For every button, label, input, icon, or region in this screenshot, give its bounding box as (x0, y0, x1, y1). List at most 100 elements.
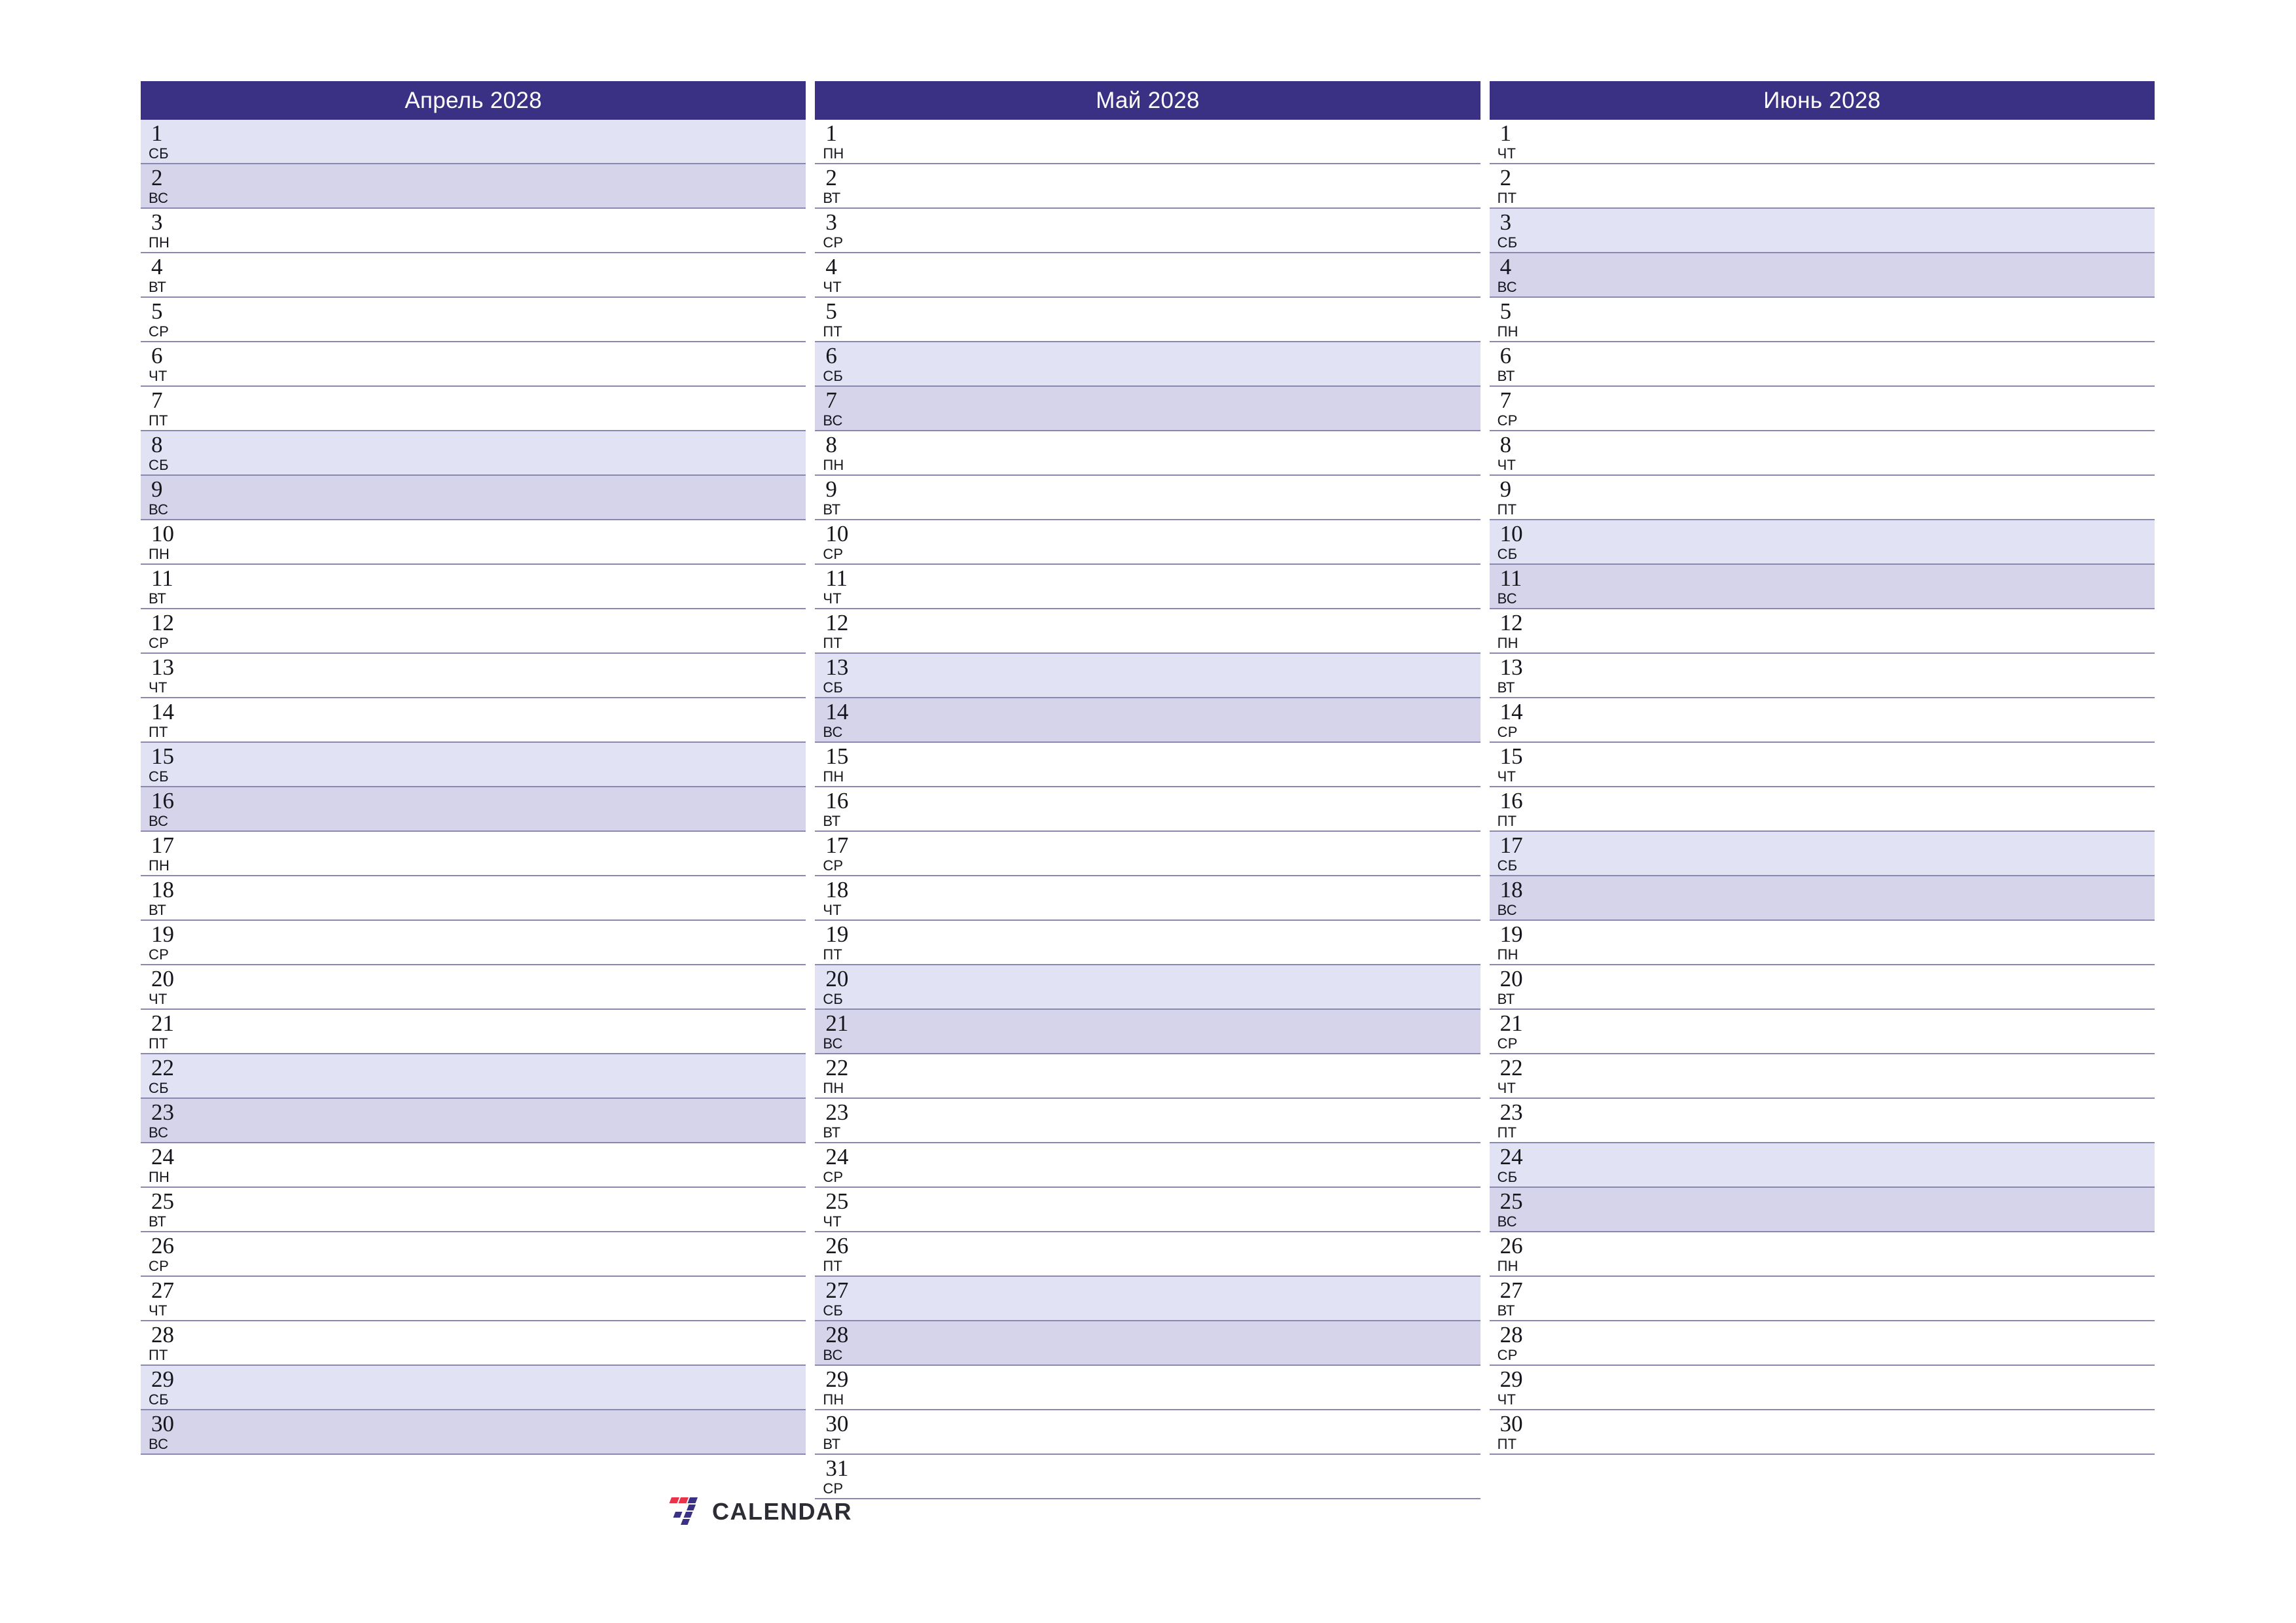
day-row[interactable]: 1 СБ (141, 120, 806, 164)
day-number: 9 (825, 476, 837, 502)
day-row[interactable]: 29 ПН (815, 1366, 1480, 1410)
day-row[interactable]: 14 ПТ (141, 698, 806, 743)
day-row[interactable]: 25 ВС (1489, 1188, 2155, 1232)
day-row[interactable]: 15 ЧТ (1489, 743, 2155, 787)
day-row[interactable]: 22 ПН (815, 1054, 1480, 1099)
day-row[interactable]: 25 ЧТ (815, 1188, 1480, 1232)
day-row[interactable]: 8 СБ (141, 431, 806, 476)
day-row[interactable]: 19 ПТ (815, 921, 1480, 965)
day-row[interactable]: 28 ПТ (141, 1321, 806, 1366)
day-row[interactable]: 2 ПТ (1489, 164, 2155, 209)
day-row[interactable]: 4 ВС (1489, 253, 2155, 298)
day-row[interactable]: 8 ПН (815, 431, 1480, 476)
day-row[interactable]: 24 СР (815, 1143, 1480, 1188)
day-row[interactable]: 27 ЧТ (141, 1277, 806, 1321)
day-row[interactable]: 22 ЧТ (1489, 1054, 2155, 1099)
day-row[interactable]: 16 ПТ (1489, 787, 2155, 832)
day-row[interactable]: 15 ПН (815, 743, 1480, 787)
day-row[interactable]: 9 ПТ (1489, 476, 2155, 520)
day-row[interactable]: 13 ЧТ (141, 654, 806, 698)
day-row[interactable]: 18 ВТ (141, 876, 806, 921)
day-number: 3 (1499, 209, 1512, 235)
day-row[interactable]: 4 ВТ (141, 253, 806, 298)
day-row[interactable]: 10 ПН (141, 520, 806, 565)
day-row[interactable]: 8 ЧТ (1489, 431, 2155, 476)
day-row[interactable]: 26 ПН (1489, 1232, 2155, 1277)
day-row[interactable]: 1 ПН (815, 120, 1480, 164)
day-row[interactable]: 2 ВС (141, 164, 806, 209)
day-row[interactable]: 12 ПН (1489, 609, 2155, 654)
day-weekday-label: ПН (1497, 635, 1518, 651)
day-row[interactable]: 10 СР (815, 520, 1480, 565)
day-number: 27 (825, 1277, 849, 1303)
day-row[interactable]: 12 ПТ (815, 609, 1480, 654)
day-row[interactable]: 26 ПТ (815, 1232, 1480, 1277)
day-row[interactable]: 30 ВТ (815, 1410, 1480, 1455)
day-row[interactable]: 7 ПТ (141, 387, 806, 431)
day-weekday-label: ЧТ (1497, 457, 1516, 473)
day-row[interactable]: 3 СБ (1489, 209, 2155, 253)
day-row[interactable]: 21 ВС (815, 1010, 1480, 1054)
day-row[interactable]: 2 ВТ (815, 164, 1480, 209)
day-row[interactable]: 19 СР (141, 921, 806, 965)
day-row[interactable]: 24 ПН (141, 1143, 806, 1188)
day-row[interactable]: 17 СР (815, 832, 1480, 876)
day-row[interactable]: 16 ВТ (815, 787, 1480, 832)
day-row[interactable]: 17 ПН (141, 832, 806, 876)
day-row[interactable]: 27 СБ (815, 1277, 1480, 1321)
day-row[interactable]: 15 СБ (141, 743, 806, 787)
day-row[interactable]: 30 ВС (141, 1410, 806, 1455)
day-row[interactable]: 5 ПТ (815, 298, 1480, 342)
day-row[interactable]: 11 ВС (1489, 565, 2155, 609)
month-title: Июнь 2028 (1489, 81, 2155, 120)
day-row[interactable]: 26 СР (141, 1232, 806, 1277)
day-weekday-label: ЧТ (1497, 1080, 1516, 1096)
day-row[interactable]: 20 ЧТ (141, 965, 806, 1010)
day-row[interactable]: 11 ЧТ (815, 565, 1480, 609)
day-row[interactable]: 20 ВТ (1489, 965, 2155, 1010)
day-row[interactable]: 27 ВТ (1489, 1277, 2155, 1321)
day-row[interactable]: 22 СБ (141, 1054, 806, 1099)
day-weekday-label: СБ (1497, 1169, 1518, 1185)
day-row[interactable]: 14 СР (1489, 698, 2155, 743)
day-row[interactable]: 31 СР (815, 1455, 1480, 1499)
day-row[interactable]: 1 ЧТ (1489, 120, 2155, 164)
day-row[interactable]: 23 ПТ (1489, 1099, 2155, 1143)
day-row[interactable]: 18 ВС (1489, 876, 2155, 921)
day-row[interactable]: 29 СБ (141, 1366, 806, 1410)
day-row[interactable]: 4 ЧТ (815, 253, 1480, 298)
day-row[interactable]: 5 СР (141, 298, 806, 342)
day-row[interactable]: 21 ПТ (141, 1010, 806, 1054)
day-row[interactable]: 3 СР (815, 209, 1480, 253)
day-row[interactable]: 9 ВТ (815, 476, 1480, 520)
day-row[interactable]: 25 ВТ (141, 1188, 806, 1232)
day-row[interactable]: 11 ВТ (141, 565, 806, 609)
day-row[interactable]: 30 ПТ (1489, 1410, 2155, 1455)
day-row[interactable]: 20 СБ (815, 965, 1480, 1010)
day-row[interactable]: 6 ВТ (1489, 342, 2155, 387)
day-row[interactable]: 10 СБ (1489, 520, 2155, 565)
day-row[interactable]: 16 ВС (141, 787, 806, 832)
day-row[interactable]: 9 ВС (141, 476, 806, 520)
day-row[interactable]: 14 ВС (815, 698, 1480, 743)
day-row[interactable]: 28 ВС (815, 1321, 1480, 1366)
day-row[interactable]: 21 СР (1489, 1010, 2155, 1054)
day-row[interactable]: 12 СР (141, 609, 806, 654)
day-row[interactable]: 7 СР (1489, 387, 2155, 431)
day-row[interactable]: 6 СБ (815, 342, 1480, 387)
day-row[interactable]: 13 ВТ (1489, 654, 2155, 698)
day-row[interactable]: 23 ВС (141, 1099, 806, 1143)
day-row[interactable]: 18 ЧТ (815, 876, 1480, 921)
day-row[interactable]: 6 ЧТ (141, 342, 806, 387)
day-row[interactable]: 24 СБ (1489, 1143, 2155, 1188)
day-row[interactable]: 13 СБ (815, 654, 1480, 698)
day-row[interactable]: 17 СБ (1489, 832, 2155, 876)
day-row[interactable]: 3 ПН (141, 209, 806, 253)
day-row[interactable]: 29 ЧТ (1489, 1366, 2155, 1410)
day-row[interactable]: 7 ВС (815, 387, 1480, 431)
day-row[interactable]: 19 ПН (1489, 921, 2155, 965)
day-weekday-label: СБ (823, 1302, 844, 1319)
day-row[interactable]: 28 СР (1489, 1321, 2155, 1366)
day-row[interactable]: 5 ПН (1489, 298, 2155, 342)
day-row[interactable]: 23 ВТ (815, 1099, 1480, 1143)
